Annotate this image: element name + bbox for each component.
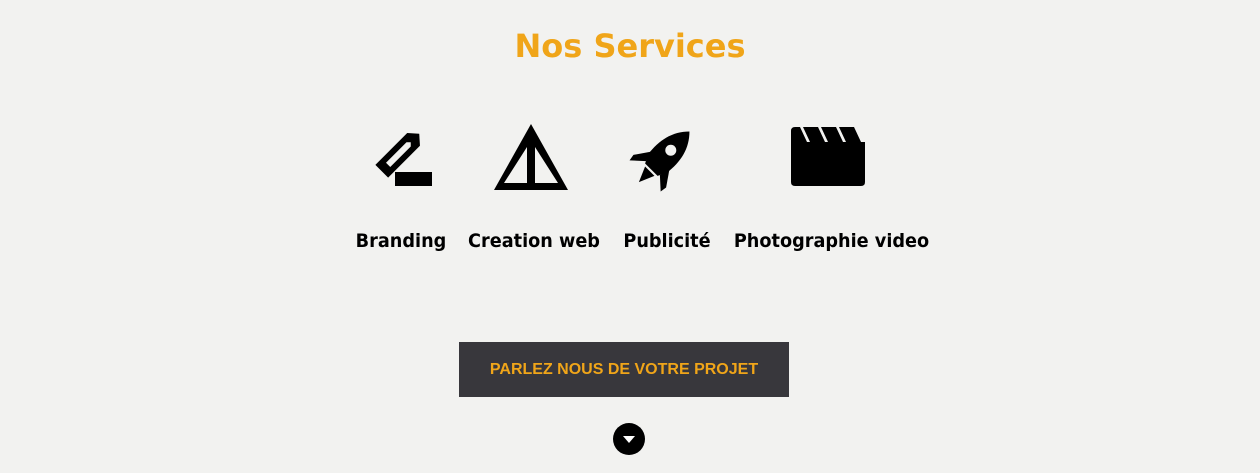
page-title: Nos Services: [514, 27, 746, 65]
triangle-icon: [494, 124, 568, 190]
service-label-creation-web: Creation web: [468, 230, 600, 252]
service-label-publicite: Publicité: [623, 230, 711, 252]
rocket-icon: [629, 131, 690, 192]
contact-project-button[interactable]: PARLEZ NOUS DE VOTRE PROJET: [459, 342, 789, 397]
pencil-icon: [375, 133, 432, 186]
service-label-branding: Branding: [355, 230, 447, 252]
service-label-photographie-video: Photographie video: [733, 230, 930, 252]
arrow-down-circle-icon[interactable]: [613, 423, 645, 455]
clapperboard-icon: [791, 127, 865, 186]
